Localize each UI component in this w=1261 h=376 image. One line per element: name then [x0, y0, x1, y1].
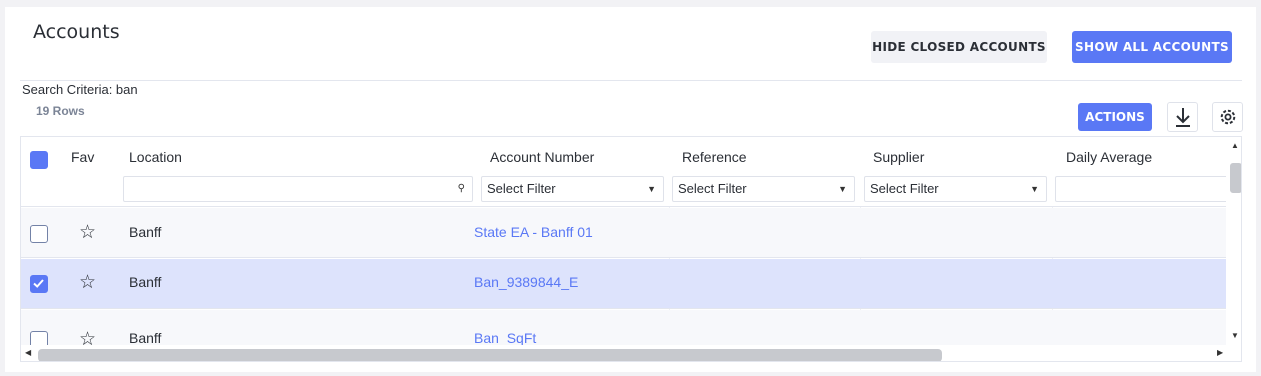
download-icon	[1175, 108, 1190, 127]
chevron-down-icon: ▼	[1030, 184, 1039, 194]
settings-button[interactable]	[1212, 102, 1243, 132]
check-icon	[33, 279, 44, 288]
row-checkbox[interactable]	[30, 275, 48, 293]
accounts-table: Fav Location Account Number Reference Su…	[20, 136, 1242, 362]
horizontal-scroll-thumb[interactable]	[38, 349, 942, 361]
table-row[interactable]: ☆ Banff State EA - Banff 01	[21, 208, 1226, 258]
divider	[20, 80, 1242, 81]
account-number-link[interactable]: Ban_9389844_E	[474, 274, 578, 290]
row-count: 19 Rows	[36, 104, 85, 118]
page-title: Accounts	[33, 21, 120, 43]
table-row[interactable]: ☆ Banff Ban_9389844_E	[21, 259, 1226, 309]
chevron-down-icon: ▼	[647, 184, 656, 194]
gear-icon	[1220, 109, 1235, 125]
vertical-scrollbar[interactable]: ▲ ▼	[1226, 137, 1241, 361]
column-header-daily-average[interactable]: Daily Average	[1066, 149, 1152, 165]
actions-button[interactable]: ACTIONS	[1078, 103, 1152, 131]
daily-average-filter-input[interactable]	[1055, 176, 1235, 202]
table-header: Fav Location Account Number Reference Su…	[21, 137, 1235, 207]
horizontal-scrollbar[interactable]: ◀ ▶	[21, 345, 1226, 361]
account-number-link[interactable]: Ban_SqFt	[474, 330, 536, 346]
location-cell: Banff	[129, 224, 162, 240]
reference-filter-select[interactable]: Select Filter ▼	[672, 176, 855, 202]
show-all-accounts-button[interactable]: SHOW ALL ACCOUNTS	[1072, 31, 1232, 63]
location-cell: Banff	[129, 274, 162, 290]
download-button[interactable]	[1167, 102, 1198, 132]
vertical-scroll-thumb[interactable]	[1230, 163, 1241, 193]
scroll-up-icon[interactable]: ▲	[1231, 141, 1239, 150]
select-all-checkbox[interactable]	[30, 151, 48, 169]
location-cell: Banff	[129, 330, 162, 346]
scroll-down-icon[interactable]: ▼	[1231, 331, 1239, 340]
row-checkbox[interactable]	[30, 225, 48, 243]
column-header-fav[interactable]: Fav	[71, 149, 94, 165]
column-header-location[interactable]: Location	[129, 149, 182, 165]
column-header-reference[interactable]: Reference	[682, 149, 747, 165]
location-filter-input[interactable]: ⚲	[123, 176, 473, 202]
accounts-panel: Accounts HIDE CLOSED ACCOUNTS SHOW ALL A…	[5, 7, 1256, 372]
account-number-filter-select[interactable]: Select Filter ▼	[481, 176, 664, 202]
column-header-account-number[interactable]: Account Number	[490, 149, 594, 165]
account-number-link[interactable]: State EA - Banff 01	[474, 224, 593, 240]
column-header-supplier[interactable]: Supplier	[873, 149, 924, 165]
star-icon[interactable]: ☆	[79, 221, 96, 244]
scroll-right-icon[interactable]: ▶	[1217, 348, 1223, 357]
chevron-down-icon: ▼	[838, 184, 847, 194]
supplier-filter-select[interactable]: Select Filter ▼	[864, 176, 1047, 202]
search-icon: ⚲	[457, 183, 465, 194]
hide-closed-accounts-button[interactable]: HIDE CLOSED ACCOUNTS	[871, 31, 1047, 63]
scroll-left-icon[interactable]: ◀	[25, 348, 31, 357]
star-icon[interactable]: ☆	[79, 271, 96, 294]
search-criteria: Search Criteria: ban	[22, 82, 138, 97]
